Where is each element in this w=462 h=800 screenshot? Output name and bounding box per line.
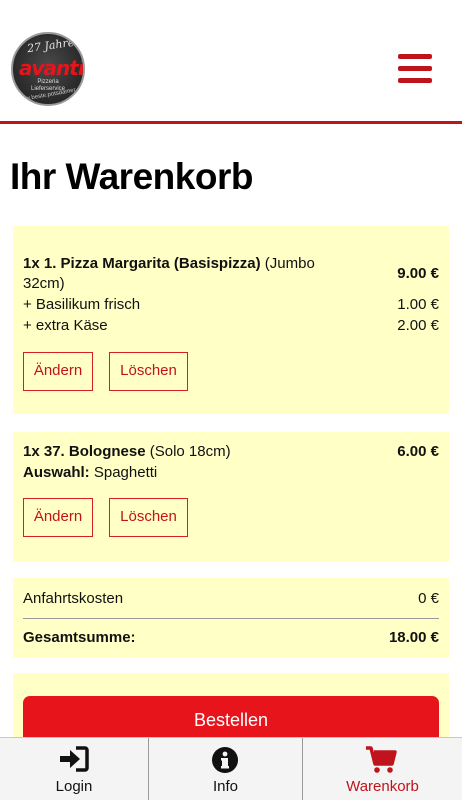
total-row: Gesamtsumme: 18.00 € xyxy=(23,628,439,648)
cart-item-extra: + extra Käse 2.00 € xyxy=(23,316,439,336)
delivery-cost-row: Anfahrtskosten 0 € xyxy=(23,589,439,609)
nav-label: Info xyxy=(212,778,239,795)
cart-item-title: 1x 37. Bolognese (Solo 18cm) 6.00 € xyxy=(23,442,439,462)
info-icon xyxy=(212,747,238,773)
sign-in-icon xyxy=(60,746,89,772)
summary-divider xyxy=(23,618,439,619)
nav-item-info[interactable]: Info xyxy=(149,738,302,800)
cart-item-price: 6.00 € xyxy=(397,443,439,460)
nav-item-login[interactable]: Login xyxy=(0,738,148,800)
header: 27 Jahre avanti Pizzeria Lieferservice w… xyxy=(0,0,462,124)
delivery-value: 0 € xyxy=(418,590,439,607)
cart-item-name: 1x 37. Bolognese xyxy=(23,443,146,460)
logo-years: 27 Jahre xyxy=(26,35,76,56)
delete-button[interactable]: Löschen xyxy=(109,498,188,537)
page-title: Ihr Warenkorb xyxy=(10,156,253,197)
delete-button[interactable]: Löschen xyxy=(109,352,188,391)
nav-label: Login xyxy=(55,778,93,795)
cart-item-choice: Auswahl: Spaghetti xyxy=(23,463,439,483)
total-label: Gesamtsumme: xyxy=(23,629,136,646)
cart-item-name: 1x 1. Pizza Margarita (Basispizza) xyxy=(23,255,261,272)
logo-sub1: Pizzeria xyxy=(37,79,59,85)
cart-item-size: (Solo 18cm) xyxy=(149,443,231,460)
logo-brand: avanti xyxy=(19,56,84,80)
extra-label: + Basilikum frisch xyxy=(23,296,141,313)
hamburger-menu-icon[interactable] xyxy=(398,54,432,84)
edit-button[interactable]: Ändern xyxy=(23,352,93,391)
nav-item-cart[interactable]: Warenkorb xyxy=(303,738,462,800)
cart-icon xyxy=(366,746,397,773)
total-value: 18.00 € xyxy=(388,629,439,646)
extra-price: 2.00 € xyxy=(397,317,439,334)
delivery-label: Anfahrtskosten xyxy=(23,590,124,607)
nav-label: Warenkorb xyxy=(346,778,419,795)
cart-item: 1x 1. Pizza Margarita (Basispizza) (Jumb… xyxy=(13,226,449,414)
choice-label: Auswahl: xyxy=(23,464,90,481)
cart-item-extra: + Basilikum frisch 1.00 € xyxy=(23,295,439,315)
edit-button[interactable]: Ändern xyxy=(23,498,93,537)
cart-item-title: 1x 1. Pizza Margarita (Basispizza) (Jumb… xyxy=(23,254,439,294)
extra-price: 1.00 € xyxy=(397,296,439,313)
extra-label: + extra Käse xyxy=(23,317,108,334)
cart-item: 1x 37. Bolognese (Solo 18cm) 6.00 € Ausw… xyxy=(13,432,449,562)
cart-item-price: 9.00 € xyxy=(397,265,439,282)
cart-summary: Anfahrtskosten 0 € Gesamtsumme: 18.00 € xyxy=(13,578,449,658)
avanti-logo[interactable]: 27 Jahre avanti Pizzeria Lieferservice w… xyxy=(11,32,85,106)
bottom-nav: Login Info Warenkorb xyxy=(0,737,462,800)
choice-value: Spaghetti xyxy=(93,464,158,481)
